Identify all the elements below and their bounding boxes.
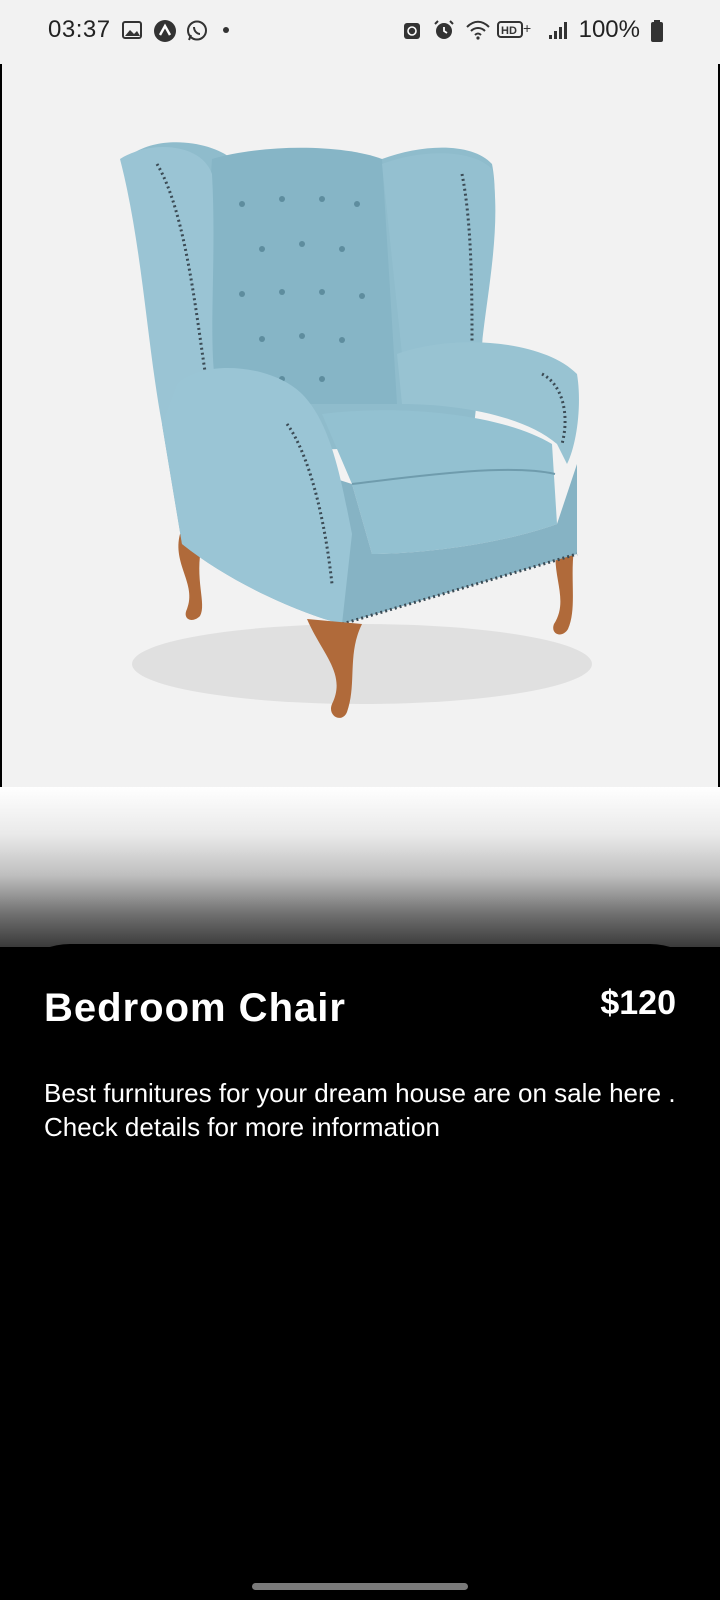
- product-image: [2, 64, 718, 787]
- svg-text:+: +: [523, 20, 531, 36]
- image-fade: [0, 787, 720, 947]
- chair-illustration: [120, 142, 592, 718]
- status-bar: 03:37 HD + 100%: [0, 0, 720, 64]
- hd-plus-icon: HD +: [496, 19, 537, 41]
- lock-rotate-icon: [401, 19, 423, 41]
- whatsapp-icon: [185, 19, 207, 41]
- battery-icon: [650, 19, 664, 42]
- status-time: 03:37: [48, 16, 111, 43]
- status-right: HD + 100%: [401, 16, 664, 44]
- status-left: 03:37: [48, 16, 229, 44]
- alarm-icon: [433, 19, 455, 41]
- product-info-panel: Bedroom Chair $120 Best furnitures for y…: [0, 944, 720, 1600]
- product-description: Best furnitures for your dream house are…: [44, 1078, 676, 1142]
- battery-percent: 100%: [578, 16, 640, 43]
- home-indicator[interactable]: [252, 1583, 468, 1590]
- product-price: $120: [600, 984, 676, 1022]
- product-title: Bedroom Chair: [44, 986, 346, 1030]
- product-detail-screen: 03:37 HD + 100% Bedroom Chair $120 Best …: [0, 0, 720, 1600]
- signal-icon: [547, 19, 569, 41]
- dot-icon: [222, 27, 229, 33]
- svg-text:HD: HD: [501, 25, 517, 37]
- app-a-icon: [153, 19, 176, 42]
- gallery-icon: [121, 19, 143, 41]
- wifi-icon: [465, 19, 490, 41]
